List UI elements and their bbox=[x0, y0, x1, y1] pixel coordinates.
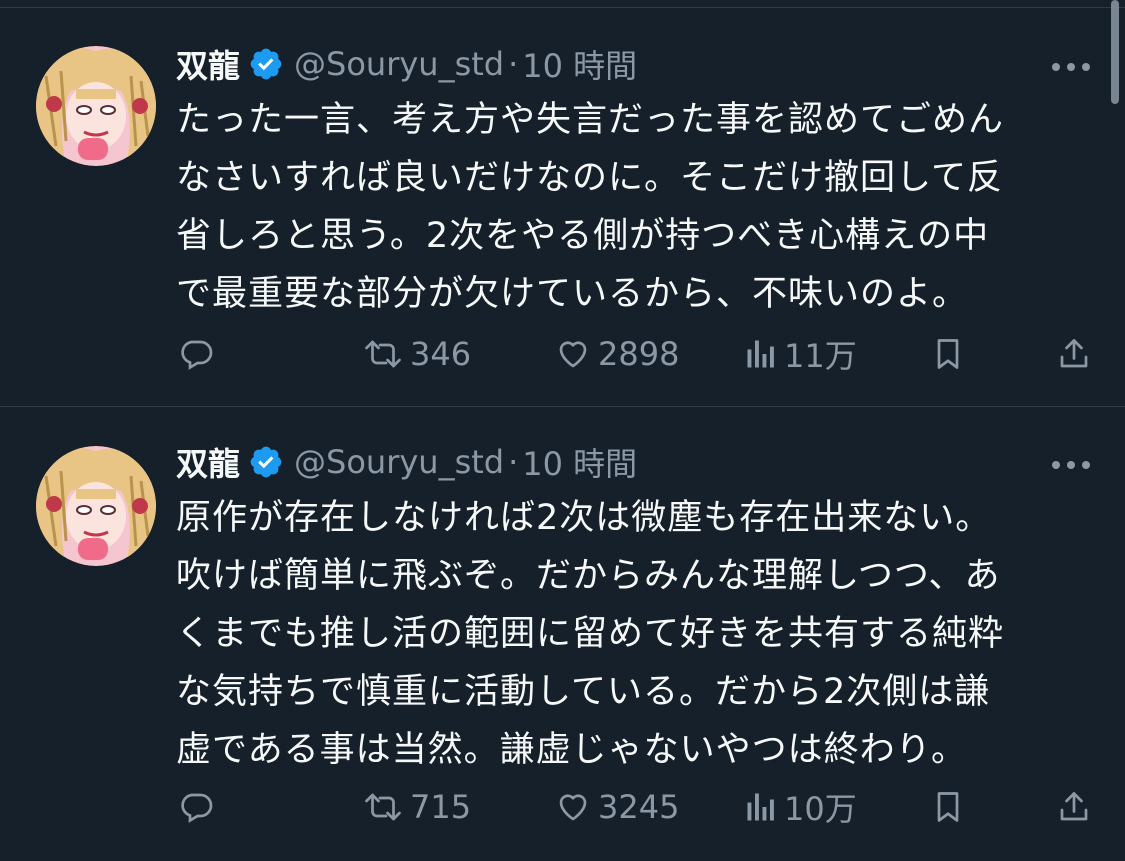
retweet-button[interactable]: 346 bbox=[362, 332, 471, 376]
display-name[interactable]: 双龍 bbox=[176, 41, 240, 87]
separator: · bbox=[508, 443, 519, 481]
tweet-text: 原作が存在しなければ2次は微塵も存在出来ない。 吹けば簡単に飛ぶぞ。だからみんな… bbox=[176, 498, 1005, 770]
share-icon bbox=[1056, 336, 1092, 372]
retweet-count: 346 bbox=[410, 335, 472, 373]
reply-button[interactable] bbox=[178, 785, 214, 829]
handle[interactable]: @Souryu_std bbox=[294, 443, 504, 481]
like-button[interactable]: 3245 bbox=[554, 785, 679, 829]
tweet-divider bbox=[0, 406, 1125, 407]
handle[interactable]: @Souryu_std bbox=[294, 45, 504, 83]
like-count: 3245 bbox=[598, 788, 680, 826]
more-options-icon[interactable] bbox=[1050, 58, 1092, 71]
views-count: 11万 bbox=[784, 337, 857, 375]
bookmark-icon bbox=[930, 789, 966, 825]
like-icon bbox=[554, 789, 592, 825]
timestamp[interactable]: 10 時間 bbox=[522, 439, 637, 485]
like-count: 2898 bbox=[598, 335, 680, 373]
retweet-icon bbox=[362, 336, 404, 372]
scrollbar[interactable] bbox=[1111, 0, 1119, 104]
action-bar: 715 3245 10万 bbox=[0, 785, 1125, 829]
avatar[interactable] bbox=[36, 46, 156, 166]
separator: · bbox=[508, 45, 519, 83]
avatar[interactable] bbox=[36, 446, 156, 566]
reply-icon bbox=[178, 789, 214, 825]
views-button[interactable]: 10万 bbox=[744, 785, 857, 829]
share-button[interactable] bbox=[1056, 332, 1092, 376]
tweet-header: 双龍 @Souryu_std · 10 時間 bbox=[176, 439, 637, 485]
more-options-icon[interactable] bbox=[1050, 456, 1092, 469]
bookmark-button[interactable] bbox=[930, 332, 966, 376]
retweet-icon bbox=[362, 789, 404, 825]
retweet-count: 715 bbox=[410, 788, 472, 826]
action-bar: 346 2898 11万 bbox=[0, 332, 1125, 376]
verified-badge-icon bbox=[248, 46, 284, 82]
like-icon bbox=[554, 336, 592, 372]
views-button[interactable]: 11万 bbox=[744, 332, 857, 376]
views-icon bbox=[744, 789, 778, 825]
tweet-header: 双龍 @Souryu_std · 10 時間 bbox=[176, 41, 637, 87]
like-button[interactable]: 2898 bbox=[554, 332, 679, 376]
reply-button[interactable] bbox=[178, 332, 214, 376]
top-divider bbox=[0, 7, 1125, 8]
verified-badge-icon bbox=[248, 444, 284, 480]
tweet-text: たった一言、考え方や失言だった事を認めてごめん なさいすれば良いだけなのに。そこ… bbox=[176, 100, 1005, 314]
share-icon bbox=[1056, 789, 1092, 825]
timestamp[interactable]: 10 時間 bbox=[522, 41, 637, 87]
reply-icon bbox=[178, 336, 214, 372]
views-count: 10万 bbox=[784, 790, 857, 828]
views-icon bbox=[744, 336, 778, 372]
display-name[interactable]: 双龍 bbox=[176, 439, 240, 485]
bookmark-icon bbox=[930, 336, 966, 372]
retweet-button[interactable]: 715 bbox=[362, 785, 471, 829]
bookmark-button[interactable] bbox=[930, 785, 966, 829]
share-button[interactable] bbox=[1056, 785, 1092, 829]
